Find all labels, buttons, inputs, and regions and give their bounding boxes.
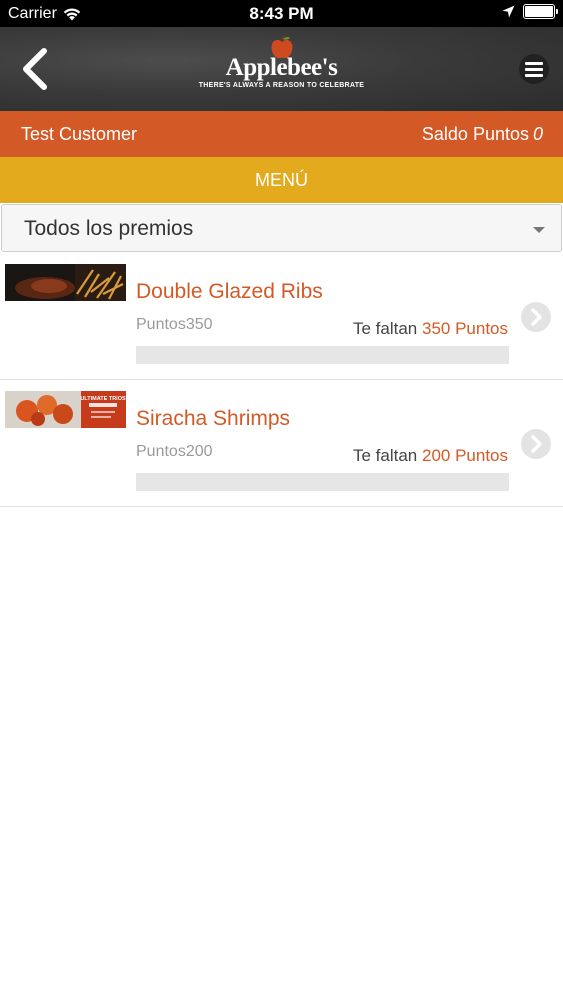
points-needed-value: 350 Puntos (421, 319, 508, 338)
brand-tagline: THERE'S ALWAYS A REASON TO CELEBRATE (198, 82, 365, 89)
reward-progress-bar (136, 346, 509, 364)
chevron-right-icon[interactable] (521, 302, 551, 332)
menu-tab[interactable]: MENÚ (0, 157, 563, 203)
reward-progress-bar (136, 473, 509, 491)
reward-thumbnail: ULTIMATE TRIOS (5, 391, 126, 428)
brand-logo: Applebee's THERE'S ALWAYS A REASON TO CE… (0, 35, 563, 89)
points-label: Saldo Puntos (421, 124, 529, 144)
user-points-bar: Test Customer Saldo Puntos 0 (0, 111, 563, 157)
points-needed: Te faltan 350 Puntos (353, 319, 508, 339)
brand-name: Applebee's (225, 54, 338, 81)
filter-selected-value: Todos los premios (24, 217, 194, 240)
battery-icon (523, 4, 558, 19)
clock: 8:43 PM (249, 4, 314, 23)
points-needed-label: Te faltan (352, 319, 418, 338)
points-value: 0 (532, 124, 543, 144)
dropdown-caret-icon (533, 227, 545, 233)
points-needed: Te faltan 200 Puntos (353, 446, 508, 466)
rewards-filter-select[interactable]: Todos los premios (1, 204, 562, 252)
chevron-right-icon[interactable] (521, 429, 551, 459)
location-arrow-icon (502, 5, 515, 18)
customer-name: Test Customer (21, 124, 138, 144)
status-right-group (502, 4, 558, 19)
app-header: Applebee's THERE'S ALWAYS A REASON TO CE… (0, 27, 563, 111)
thumb-promo-text: ULTIMATE TRIOS (80, 396, 126, 402)
points-needed-value: 200 Puntos (421, 446, 508, 465)
hamburger-menu-button[interactable] (519, 54, 549, 84)
reward-item[interactable]: Double Glazed Ribs Puntos350 Te faltan 3… (0, 253, 563, 380)
reward-thumbnail (5, 264, 126, 301)
points-needed-label: Te faltan (352, 446, 418, 465)
reward-cost: Puntos200 (136, 443, 213, 460)
reward-item[interactable]: ULTIMATE TRIOS Siracha Shrimps Puntos200… (0, 380, 563, 507)
hamburger-menu-icon (525, 61, 543, 65)
rewards-list: Double Glazed Ribs Puntos350 Te faltan 3… (0, 253, 563, 507)
status-bar: Carrier 8:43 PM (0, 0, 563, 27)
reward-title: Double Glazed Ribs (136, 280, 323, 303)
reward-title: Siracha Shrimps (136, 407, 291, 430)
reward-cost: Puntos350 (136, 316, 213, 333)
points-balance: Saldo Puntos 0 (422, 124, 543, 145)
